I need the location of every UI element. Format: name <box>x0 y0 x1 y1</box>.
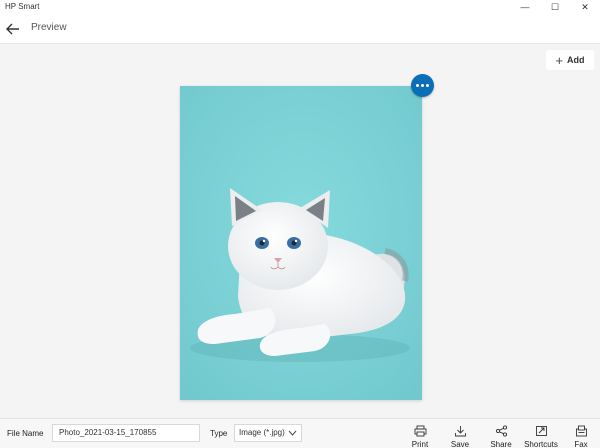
shortcuts-button[interactable]: Shortcuts <box>522 421 560 448</box>
print-label: Print <box>411 440 429 448</box>
type-select[interactable]: Image (*.jpg) <box>234 424 302 442</box>
page-title: Preview <box>31 22 67 33</box>
fax-icon <box>575 425 587 437</box>
shortcuts-icon <box>535 426 547 436</box>
nav-bar: Preview <box>0 14 600 44</box>
printer-icon <box>414 425 426 437</box>
kitten-photo <box>180 86 422 400</box>
save-button[interactable]: Save <box>448 421 472 448</box>
more-options-button[interactable] <box>411 74 434 97</box>
type-label: Type <box>210 429 228 438</box>
maximize-button[interactable]: ☐ <box>540 0 570 14</box>
save-icon <box>454 426 466 437</box>
add-button[interactable]: + Add <box>546 50 594 70</box>
share-label: Share <box>490 440 512 448</box>
save-label: Save <box>450 440 470 448</box>
close-button[interactable]: ✕ <box>570 0 600 14</box>
back-button[interactable] <box>4 20 22 38</box>
shortcuts-label: Shortcuts <box>524 440 558 448</box>
minimize-button[interactable]: — <box>510 0 540 14</box>
print-button[interactable]: Print <box>408 421 432 448</box>
bottom-bar: File Name Photo_2021-03-15_170855 Type I… <box>0 418 600 448</box>
fax-label: Fax <box>574 440 588 448</box>
plus-icon: + <box>555 52 564 68</box>
type-select-value: Image (*.jpg) <box>239 428 285 437</box>
arrow-left-icon <box>6 23 19 35</box>
share-icon <box>495 425 507 437</box>
chevron-down-icon <box>288 430 297 436</box>
add-button-label: Add <box>567 55 585 65</box>
share-button[interactable]: Share <box>488 421 514 448</box>
file-name-input[interactable]: Photo_2021-03-15_170855 <box>52 424 200 442</box>
app-title: HP Smart <box>5 2 40 11</box>
ellipsis-icon <box>415 84 430 87</box>
photo-preview[interactable] <box>180 86 422 400</box>
fax-button[interactable]: Fax <box>570 421 592 448</box>
window-controls: — ☐ ✕ <box>510 0 600 14</box>
file-name-label: File Name <box>7 429 44 438</box>
title-bar: HP Smart — ☐ ✕ <box>0 0 600 14</box>
